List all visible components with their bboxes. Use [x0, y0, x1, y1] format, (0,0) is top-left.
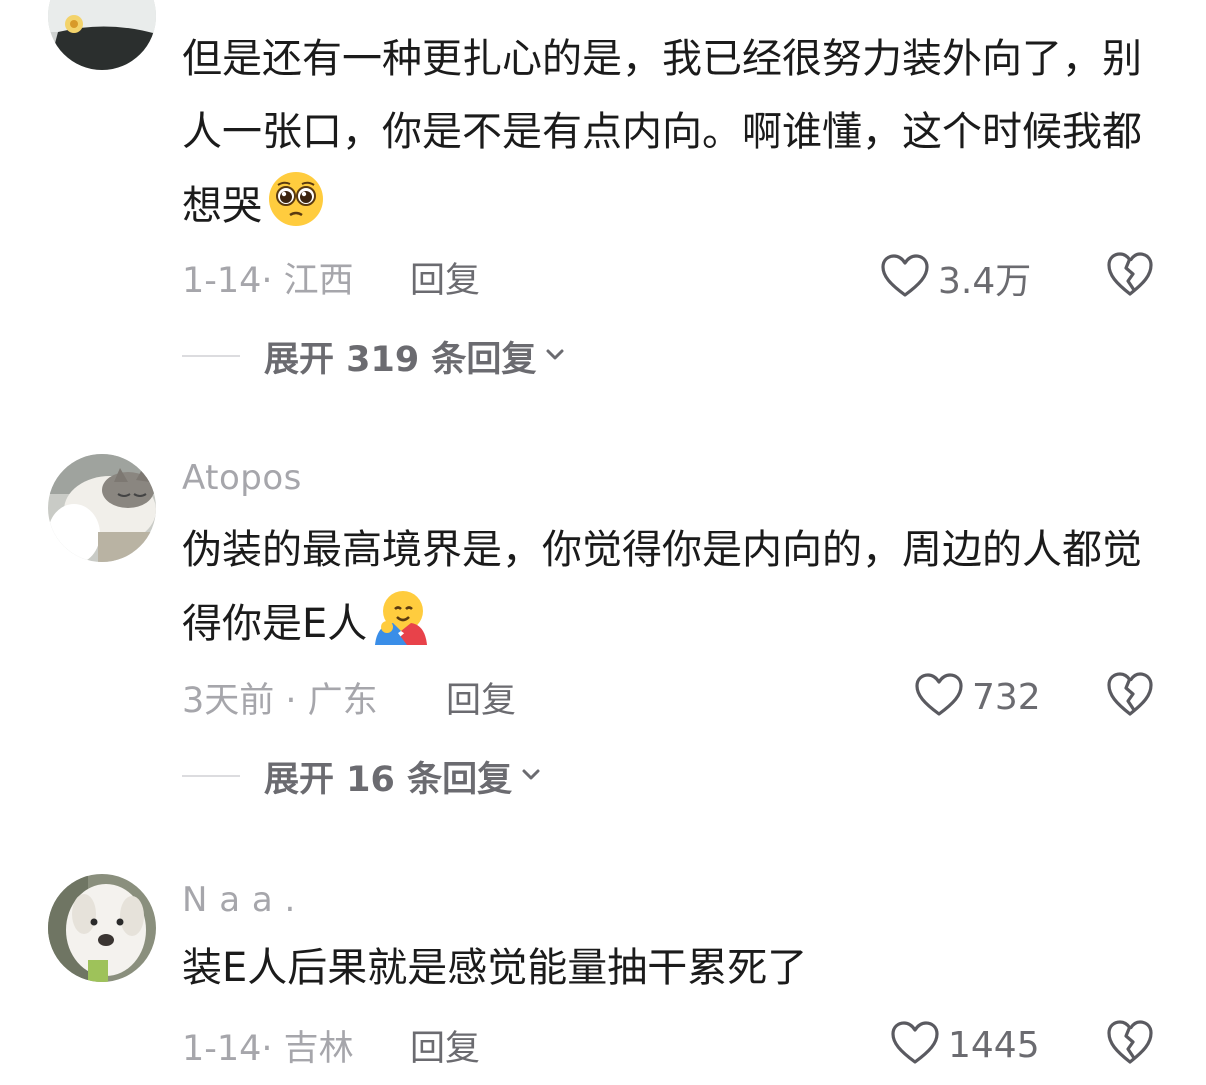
reply-button[interactable]: 回复: [410, 252, 480, 303]
comment-text: 伪装的最高境界是，你觉得你是内向的，周边的人都觉得你是E人: [182, 514, 1172, 671]
comment-meta: 1-14· 吉林 回复 1445: [182, 1020, 1154, 1070]
comment-text: 但是还有一种更扎心的是，我已经很努力装外向了，别人一张口，你是不是有点内向。啊谁…: [182, 23, 1172, 253]
comment-meta: 1-14· 江西 回复 3.4万: [182, 252, 1154, 302]
like-button[interactable]: 3.4万: [880, 252, 1031, 304]
avatar[interactable]: [48, 874, 156, 982]
comment-text-content: 伪装的最高境界是，你觉得你是内向的，周边的人都觉得你是E人: [182, 527, 1142, 647]
like-count: 3.4万: [938, 261, 1032, 302]
username[interactable]: Atopos: [182, 458, 302, 498]
username[interactable]: N a a .: [182, 880, 296, 920]
dislike-button[interactable]: [1106, 1018, 1154, 1070]
heart-outline-icon: [890, 1020, 940, 1070]
expand-replies-button[interactable]: 展开 319 条回复: [182, 334, 566, 380]
like-count: 1445: [948, 1024, 1040, 1066]
avatar-image: [48, 874, 156, 982]
comment-text-content: 装E人后果就是感觉能量抽干累死了: [182, 945, 808, 991]
divider-line: [182, 775, 240, 777]
reply-button[interactable]: 回复: [410, 1020, 480, 1071]
comment-date-location: 1-14· 江西: [182, 261, 354, 301]
dislike-button[interactable]: [1106, 670, 1154, 722]
comment-meta: 3天前 · 广东 回复 732: [182, 672, 1154, 722]
avatar-image: [48, 0, 156, 70]
pleading-face-icon: [266, 169, 326, 253]
expand-replies-label: 展开 319 条回复: [264, 339, 537, 380]
broken-heart-icon: [1106, 1020, 1154, 1070]
broken-heart-icon: [1106, 672, 1154, 722]
chevron-down-icon: [544, 343, 566, 369]
heart-outline-icon: [914, 672, 964, 722]
chevron-down-icon: [520, 763, 542, 789]
like-button[interactable]: 1445: [890, 1020, 1040, 1070]
dislike-button[interactable]: [1106, 250, 1154, 302]
broken-heart-icon: [1106, 252, 1154, 302]
hugging-face-icon: [371, 587, 431, 671]
reply-button[interactable]: 回复: [446, 672, 516, 723]
comment-text-content: 但是还有一种更扎心的是，我已经很努力装外向了，别人一张口，你是不是有点内向。啊谁…: [182, 36, 1142, 229]
like-count: 732: [972, 676, 1041, 718]
comment-date-location: 3天前 · 广东: [182, 681, 378, 721]
expand-replies-label: 展开 16 条回复: [264, 759, 513, 800]
divider-line: [182, 355, 240, 357]
comment-text: 装E人后果就是感觉能量抽干累死了: [182, 932, 1172, 1005]
avatar[interactable]: [48, 0, 156, 70]
avatar[interactable]: [48, 454, 156, 562]
avatar-image: [48, 454, 156, 562]
heart-outline-icon: [880, 253, 930, 303]
comment-date-location: 1-14· 吉林: [182, 1029, 354, 1069]
like-button[interactable]: 732: [914, 672, 1041, 722]
expand-replies-button[interactable]: 展开 16 条回复: [182, 754, 542, 800]
